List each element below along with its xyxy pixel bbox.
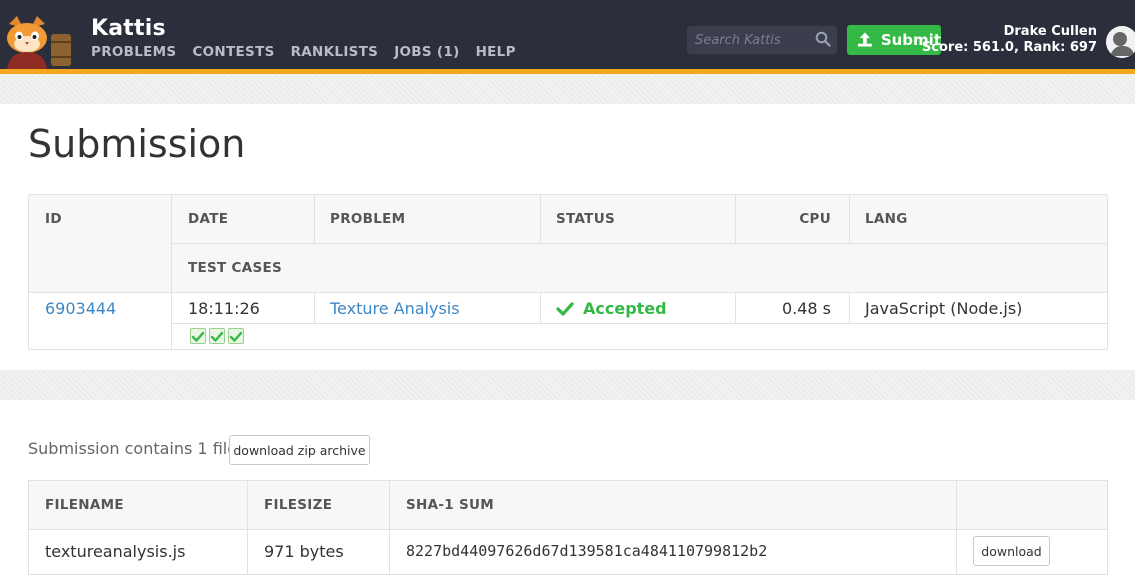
col-header-lang: LANG — [865, 211, 908, 227]
user-info[interactable]: Drake Cullen Score: 561.0, Rank: 697 — [922, 24, 1097, 56]
language: JavaScript (Node.js) — [865, 299, 1023, 318]
divider — [540, 195, 541, 243]
col-header-test-cases: TEST CASES — [188, 260, 283, 276]
file-count-text: Submission contains 1 file: — [28, 439, 243, 458]
check-icon — [191, 331, 205, 342]
divider — [956, 481, 957, 575]
user-name: Drake Cullen — [1003, 24, 1097, 39]
decorative-band-top — [0, 74, 1135, 104]
file-size: 971 bytes — [264, 542, 344, 561]
avatar[interactable] — [1106, 26, 1135, 58]
user-avatar-icon — [1106, 26, 1135, 58]
brand-title[interactable]: Kattis — [91, 16, 166, 41]
divider — [314, 292, 315, 323]
col-header-cpu: CPU — [799, 211, 831, 227]
divider — [389, 481, 390, 575]
divider — [314, 195, 315, 243]
main-nav: PROBLEMS CONTESTS RANKLISTS JOBS (1) HEL… — [91, 44, 516, 60]
divider — [172, 323, 1108, 324]
kattis-logo-icon[interactable] — [3, 14, 79, 70]
col-header-filesize: FILESIZE — [264, 497, 333, 513]
divider — [849, 195, 850, 243]
cpu-time: 0.48 s — [781, 299, 831, 318]
check-icon — [556, 301, 574, 316]
test-case-passed[interactable] — [228, 328, 244, 344]
user-stats: Score: 561.0, Rank: 697 — [921, 40, 1097, 55]
divider — [849, 292, 850, 323]
upload-icon — [857, 32, 872, 47]
nav-contests[interactable]: CONTESTS — [192, 44, 274, 60]
col-header-filename: FILENAME — [45, 497, 124, 513]
nav-help[interactable]: HELP — [476, 44, 516, 60]
divider — [29, 529, 1107, 530]
submission-id-link[interactable]: 6903444 — [45, 299, 116, 318]
file-name: textureanalysis.js — [45, 542, 186, 561]
col-header-status: STATUS — [556, 211, 615, 227]
file-sha1: 8227bd44097626d67d139581ca484110799812b2 — [406, 542, 768, 560]
status-badge: Accepted — [583, 299, 667, 318]
test-case-passed[interactable] — [209, 328, 225, 344]
page-title: Submission — [28, 122, 246, 166]
search-icon[interactable] — [815, 31, 831, 47]
problem-link[interactable]: Texture Analysis — [330, 299, 460, 318]
divider — [247, 481, 248, 575]
check-icon — [210, 331, 224, 342]
top-navbar: Kattis PROBLEMS CONTESTS RANKLISTS JOBS … — [0, 0, 1135, 70]
check-icon — [229, 331, 243, 342]
divider — [171, 195, 172, 349]
nav-ranklists[interactable]: RANKLISTS — [291, 44, 379, 60]
file-table-header-bg — [29, 481, 1107, 529]
status-cell: Accepted — [556, 299, 667, 318]
divider — [540, 292, 541, 323]
divider — [29, 292, 1107, 293]
col-header-date: DATE — [188, 211, 229, 227]
download-file-button[interactable]: download — [973, 536, 1050, 566]
search-box — [687, 26, 837, 54]
nav-problems[interactable]: PROBLEMS — [91, 44, 176, 60]
nav-jobs[interactable]: JOBS (1) — [394, 44, 459, 60]
col-header-problem: PROBLEM — [330, 211, 406, 227]
download-zip-button[interactable]: download zip archive — [229, 435, 370, 465]
col-header-sha1: SHA-1 SUM — [406, 497, 494, 513]
search-input[interactable] — [695, 30, 813, 50]
decorative-band-middle — [0, 370, 1135, 400]
test-case-passed[interactable] — [190, 328, 206, 344]
divider — [172, 243, 1108, 244]
col-header-id: ID — [45, 211, 62, 227]
submission-date: 18:11:26 — [188, 299, 260, 318]
